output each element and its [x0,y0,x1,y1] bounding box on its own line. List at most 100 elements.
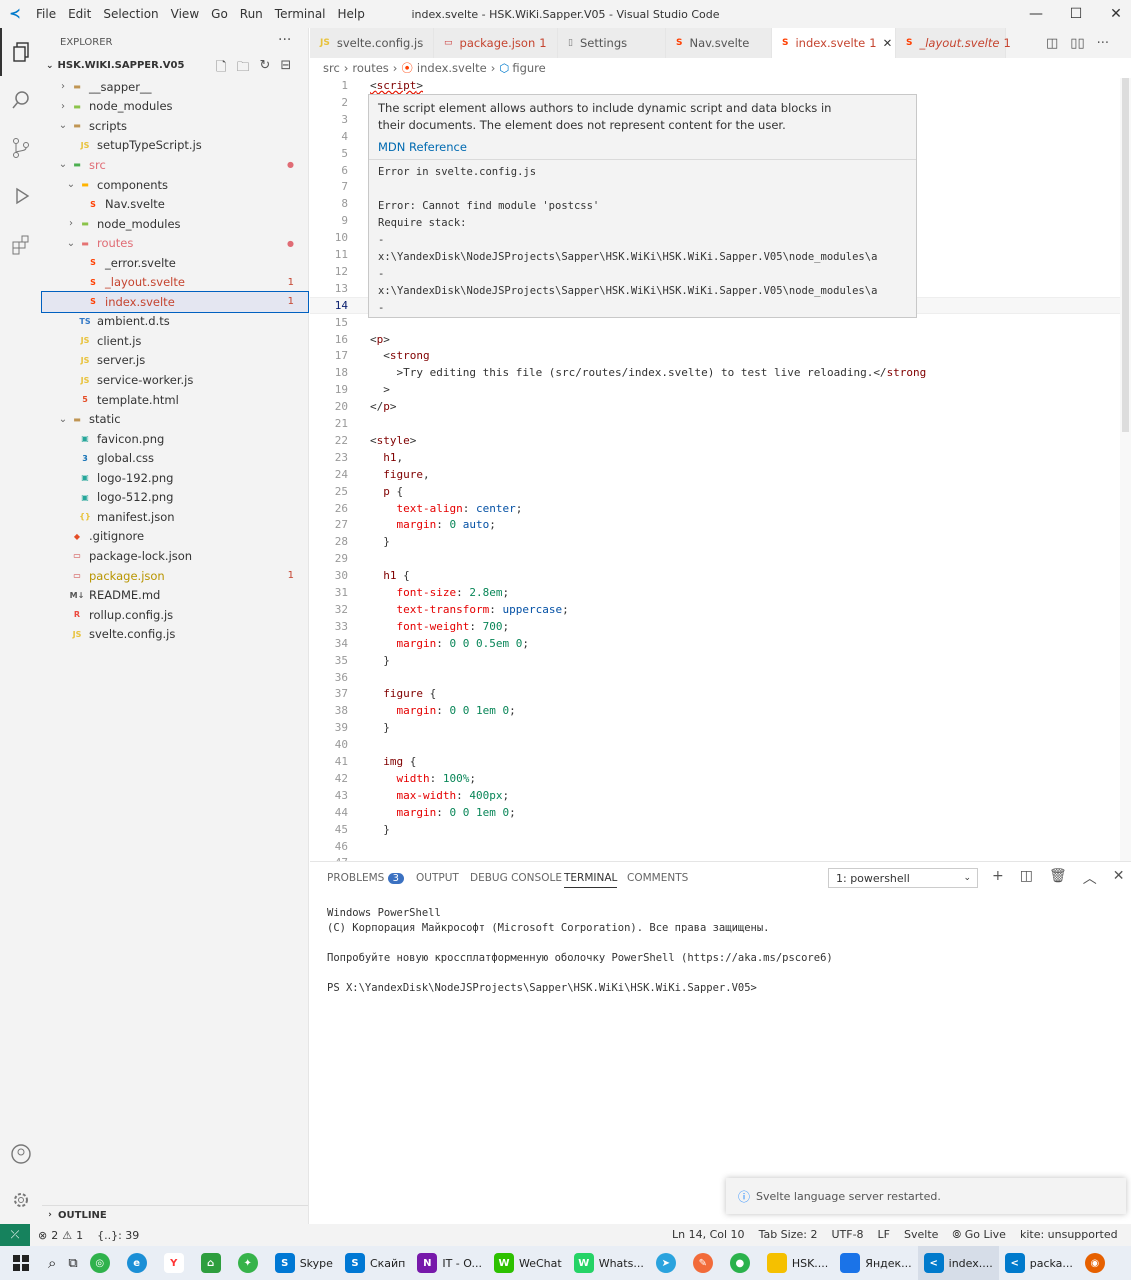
close-window-button[interactable]: ✕ [1096,0,1131,28]
app-360-icon[interactable]: ◎ [84,1246,121,1280]
breadcrumb-routes[interactable]: routes [352,61,388,75]
tab-debug-console[interactable]: DEBUG CONSOLE [470,872,562,884]
run-debug-icon[interactable] [0,172,42,220]
outline-section[interactable]: › OUTLINE [42,1205,308,1224]
tab-package-json[interactable]: ▭ package.json 1 [434,28,558,58]
editor-scrollbar[interactable] [1120,78,1131,861]
tree-item[interactable]: S Nav.svelte [42,194,308,214]
eol[interactable]: LF [878,1228,890,1242]
taskbar-app[interactable]: < packa... [999,1246,1079,1280]
tree-item[interactable]: JS client.js [42,331,308,351]
tree-item[interactable]: ▣ favicon.png [42,429,308,449]
problems-status[interactable]: ⊗ 2 ⚠ 1 [38,1229,83,1242]
taskbar-app[interactable]: HSK.... [761,1246,834,1280]
tree-item[interactable]: JS server.js [42,351,308,371]
taskbar-app[interactable]: W Whats... [568,1246,650,1280]
tree-item[interactable]: ▣ logo-512.png [42,488,308,508]
tree-item[interactable]: Rrollup.config.js [42,605,308,625]
edge-icon[interactable]: e [121,1246,158,1280]
taskbar-app[interactable]: W WeChat [488,1246,568,1280]
tab-output[interactable]: OUTPUT [416,872,459,884]
extensions-icon[interactable] [0,220,42,268]
tree-item[interactable]: ▣ logo-192.png [42,468,308,488]
tree-item[interactable]: S _error.svelte [42,253,308,273]
telegram-icon[interactable]: ➤ [650,1246,687,1280]
task-view-icon[interactable]: ⧉ [62,1246,83,1280]
tree-item[interactable]: ⌄ ▬ routes ● [42,233,308,253]
search-taskbar-icon[interactable]: ⌕ [42,1246,62,1280]
new-terminal-icon[interactable]: + [992,868,1004,888]
split-editor-icon[interactable]: ▯▯ [1070,36,1084,51]
encoding[interactable]: UTF-8 [831,1228,863,1242]
menu-view[interactable]: View [171,7,199,21]
tree-item[interactable]: 3 global.css [42,448,308,468]
taskbar-app[interactable]: < index.... [917,1246,999,1280]
breadcrumb-src[interactable]: src [323,61,340,75]
kite-status[interactable]: kite: unsupported [1020,1228,1118,1242]
mdn-reference-link[interactable]: MDN Reference [369,134,916,160]
tab-settings[interactable]: ▯ Settings [558,28,666,58]
kill-terminal-icon[interactable]: 🗑 [1049,868,1067,888]
tree-item[interactable]: › ▬ __sapper__ [42,77,308,97]
remote-icon[interactable]: ⤫ [0,1224,30,1246]
split-terminal-icon[interactable]: ◫ [1020,868,1033,888]
menu-terminal[interactable]: Terminal [275,7,326,21]
menu-edit[interactable]: Edit [68,7,91,21]
taskbar-app[interactable]: N IT - O... [411,1246,488,1280]
tree-item[interactable]: ⌄ ▬ static [42,409,308,429]
taskbar-app[interactable]: S Skype [269,1246,339,1280]
taskbar-app[interactable]: S Скайп [339,1246,411,1280]
firefox-icon[interactable]: ◉ [1079,1246,1116,1280]
settings-gear-icon[interactable] [0,1176,42,1224]
explorer-icon[interactable] [0,28,42,76]
menu-go[interactable]: Go [211,7,228,21]
more-editor-actions-icon[interactable]: ··· [1097,36,1109,51]
tab-nav-svelte[interactable]: S Nav.svelte [666,28,772,58]
tree-item[interactable]: › ▬ node_modules [42,214,308,234]
tab-terminal[interactable]: TERMINAL [564,872,618,888]
tab-comments[interactable]: COMMENTS [627,872,688,884]
taskbar-app[interactable]: Яндек... [834,1246,917,1280]
tree-item[interactable]: Sindex.svelte 1 [41,291,309,313]
search-icon[interactable] [0,76,42,124]
tree-item[interactable]: JS svelte.config.js [42,624,308,644]
tree-item[interactable]: S _layout.svelte 1 [42,273,308,293]
tab-index-svelte[interactable]: Sindex.svelte 1 ✕ [772,28,896,58]
tree-item[interactable]: ⌄ ▬ components [42,175,308,195]
close-tab-icon[interactable]: ✕ [883,36,893,50]
project-header[interactable]: ⌄ HSK.WIKI.SAPPER.V05 [46,60,184,71]
terminal-output[interactable]: Windows PowerShell (C) Корпорация Майкрос… [327,906,833,996]
more-actions-icon[interactable]: ··· [278,32,291,48]
breadcrumb-figure[interactable]: figure [512,61,545,75]
breadcrumb-file[interactable]: index.svelte [417,61,487,75]
tree-item[interactable]: ◆ .gitignore [42,527,308,547]
tab--layout-svelte[interactable]: S _layout.svelte 1 [896,28,1011,58]
go-live-button[interactable]: ⦾ Go Live [952,1228,1006,1242]
close-panel-icon[interactable]: ✕ [1113,868,1125,888]
tab-svelte-config-js[interactable]: JS svelte.config.js [310,28,434,58]
scrollbar-thumb[interactable] [1122,78,1129,432]
tree-item[interactable]: JS setupTypeScript.js [42,136,308,156]
menu-run[interactable]: Run [240,7,263,21]
maximize-button[interactable]: ☐ [1056,0,1096,28]
app-green-icon[interactable]: ⌂ [195,1246,232,1280]
cursor-position[interactable]: Ln 14, Col 10 [672,1228,745,1242]
menu-file[interactable]: File [36,7,56,21]
tree-item[interactable]: ▭ package.json 1 [42,566,308,586]
postman-icon[interactable]: ✎ [687,1246,724,1280]
open-preview-icon[interactable]: ◫ [1046,36,1058,51]
tree-item[interactable]: JS service-worker.js [42,370,308,390]
minimize-button[interactable]: — [1016,0,1056,28]
tree-item[interactable]: › ▬ node_modules [42,97,308,117]
bracket-status[interactable]: {..}: 39 [97,1229,139,1242]
tree-item[interactable]: ⌄ ▬ scripts [42,116,308,136]
menu-selection[interactable]: Selection [103,7,158,21]
tree-item[interactable]: M↓ README.md [42,585,308,605]
windows-start-icon[interactable] [0,1246,42,1280]
yandex-icon[interactable]: Y [158,1246,195,1280]
tab-size[interactable]: Tab Size: 2 [759,1228,818,1242]
tree-item[interactable]: {} manifest.json [42,507,308,527]
terminal-select[interactable]: 1: powershell ⌄ [828,868,978,888]
accounts-icon[interactable] [0,1130,42,1178]
tree-item[interactable]: 5 template.html [42,390,308,410]
